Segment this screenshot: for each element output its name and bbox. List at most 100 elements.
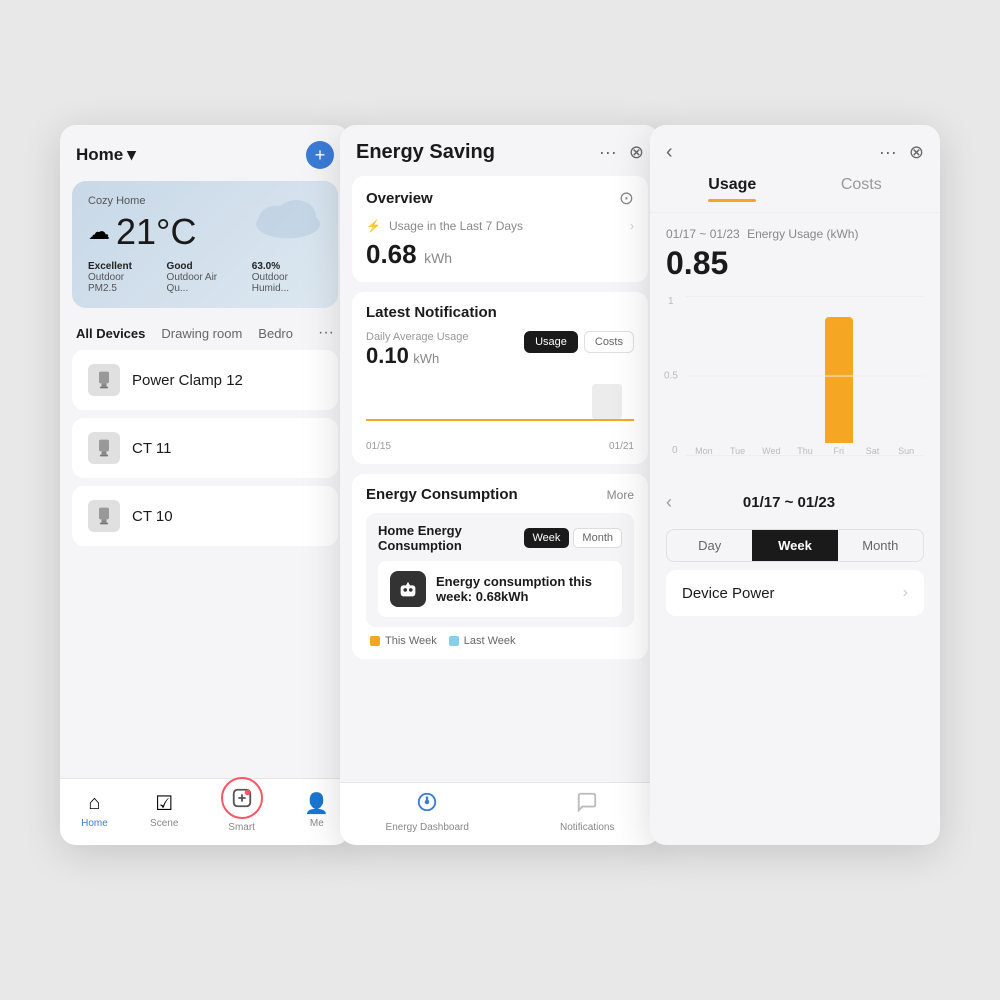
lightning-icon: ⚡ <box>366 219 381 233</box>
energy-bottom-nav: Energy Dashboard Notifications <box>340 782 660 845</box>
device-icon <box>88 432 120 464</box>
nav-notifications[interactable]: Notifications <box>560 791 614 833</box>
chart-legend: This Week Last Week <box>366 635 634 647</box>
more-options-icon[interactable]: ··· <box>599 142 617 163</box>
arrow-right-icon: › <box>630 219 634 233</box>
notification-section: Latest Notification Daily Average Usage … <box>352 292 648 464</box>
nav-home-label: Home <box>81 818 108 829</box>
daily-value-display: 0.10 kWh <box>366 343 469 369</box>
notification-title: Latest Notification <box>366 304 634 321</box>
usage-costs-screen: ‹ ··· ⊗ Usage Costs 01/17 ~ 01/23 Energy… <box>650 125 940 845</box>
legend-last-week-dot <box>449 636 459 646</box>
list-item[interactable]: Power Clamp 12 <box>72 350 338 410</box>
tab-costs[interactable]: Costs <box>841 176 882 202</box>
grid-label-05: 0.5 <box>664 371 678 382</box>
grid-label-1: 1 <box>668 296 674 307</box>
device-power-row[interactable]: Device Power › <box>666 570 924 616</box>
period-tab-day[interactable]: Day <box>667 530 752 561</box>
tab-drawing-room[interactable]: Drawing room <box>161 326 242 341</box>
energy-title: Energy Saving <box>356 141 495 164</box>
device-name: CT 11 <box>132 440 171 457</box>
costs-toggle-button[interactable]: Costs <box>584 331 634 353</box>
bar-tue <box>724 441 752 443</box>
bottom-navigation: ⌂ Home ☑ Scene Smart 👤 Me <box>60 778 350 845</box>
week-button[interactable]: Week <box>524 528 570 548</box>
month-button[interactable]: Month <box>573 528 622 548</box>
consumption-title: Energy Consumption <box>366 486 518 503</box>
usage-header: ‹ ··· ⊗ <box>650 125 940 176</box>
consumption-section: Energy Consumption More Home EnergyConsu… <box>352 474 648 659</box>
bar-fri <box>825 317 853 443</box>
cloud-icon: ☁ <box>88 219 110 245</box>
more-link[interactable]: More <box>607 488 634 502</box>
prev-period-button[interactable]: ‹ <box>666 492 672 513</box>
daily-value: 0.10 <box>366 343 409 368</box>
kwh-display: 0.68 kWh <box>366 239 634 270</box>
notification-chart <box>366 377 634 437</box>
device-list: Power Clamp 12 CT 11 <box>60 350 350 546</box>
nav-smart[interactable]: Smart <box>221 787 263 833</box>
header-icons: ··· ⊗ <box>599 142 644 163</box>
usage-toggle-button[interactable]: Usage <box>524 331 578 353</box>
legend-this-week-dot <box>370 636 380 646</box>
settings-icon[interactable]: ⊙ <box>619 188 634 209</box>
home-header: Home ▾ + <box>60 125 350 177</box>
nav-scene[interactable]: ☑ Scene <box>150 791 178 829</box>
tab-all-devices[interactable]: All Devices <box>76 326 145 341</box>
energy-dashboard-icon <box>416 791 438 819</box>
more-options-icon[interactable]: ··· <box>879 142 897 163</box>
home-energy-title: Home EnergyConsumption <box>378 523 462 553</box>
nav-me-label: Me <box>310 818 324 829</box>
tab-bedroom[interactable]: Bedro <box>258 326 293 341</box>
notifications-label: Notifications <box>560 822 614 833</box>
energy-consumption-text: Energy consumption thisweek: 0.68kWh <box>436 574 592 604</box>
header-action-icons: ··· ⊗ <box>879 142 924 163</box>
home-title[interactable]: Home ▾ <box>76 145 136 165</box>
close-icon[interactable]: ⊗ <box>629 142 644 163</box>
energy-card[interactable]: Energy consumption thisweek: 0.68kWh <box>378 561 622 617</box>
bar-wed <box>757 441 785 443</box>
list-item[interactable]: CT 11 <box>72 418 338 478</box>
date-range-section: 01/17 ~ 01/23 Energy Usage (kWh) 0.85 <box>650 213 940 288</box>
legend-this-week: This Week <box>370 635 437 647</box>
add-device-button[interactable]: + <box>306 141 334 169</box>
nav-me[interactable]: 👤 Me <box>305 791 329 829</box>
period-tab-week[interactable]: Week <box>752 530 837 561</box>
pm25-stat: Excellent Outdoor PM2.5 <box>88 261 151 294</box>
close-icon[interactable]: ⊗ <box>909 142 924 163</box>
chart-start-date: 01/15 <box>366 441 391 452</box>
chart-line <box>366 419 634 421</box>
period-tabs: Day Week Month <box>666 529 924 562</box>
usage-row: ⚡ Usage in the Last 7 Days › <box>366 219 634 233</box>
chevron-right-icon: › <box>903 584 908 602</box>
energy-value: 0.85 <box>666 245 924 282</box>
device-tabs-bar: All Devices Drawing room Bedro ··· <box>60 320 350 350</box>
chart-date-labels: 01/15 01/21 <box>366 441 634 452</box>
device-icon <box>88 500 120 532</box>
legend-last-week: Last Week <box>449 635 516 647</box>
home-energy-section: Home EnergyConsumption Week Month <box>366 513 634 627</box>
nav-home[interactable]: ⌂ Home <box>81 791 108 829</box>
chart-end-date: 01/21 <box>609 441 634 452</box>
energy-header: Energy Saving ··· ⊗ <box>340 125 660 176</box>
scene-icon: ☑ <box>152 791 176 815</box>
chevron-down-icon: ▾ <box>127 145 136 165</box>
current-period-label: 01/17 ~ 01/23 <box>743 494 835 511</box>
back-icon[interactable]: ‹ <box>666 141 673 164</box>
bar-sat <box>859 441 887 443</box>
nav-smart-label: Smart <box>228 822 255 833</box>
device-name: CT 10 <box>132 508 173 525</box>
list-item[interactable]: CT 10 <box>72 486 338 546</box>
more-tabs-icon[interactable]: ··· <box>318 324 334 342</box>
energy-dashboard-label: Energy Dashboard <box>386 822 469 833</box>
smart-icon <box>221 777 263 819</box>
overview-title: Overview <box>366 190 433 207</box>
profile-icon: 👤 <box>305 791 329 815</box>
tab-usage[interactable]: Usage <box>708 176 756 202</box>
date-navigation: ‹ 01/17 ~ 01/23 <box>650 484 940 521</box>
usage-label: Usage in the Last 7 Days <box>389 219 523 233</box>
bar-thu <box>791 441 819 443</box>
nav-energy-dashboard[interactable]: Energy Dashboard <box>386 791 469 833</box>
overview-section: Overview ⊙ ⚡ Usage in the Last 7 Days › … <box>352 176 648 282</box>
period-tab-month[interactable]: Month <box>838 530 923 561</box>
